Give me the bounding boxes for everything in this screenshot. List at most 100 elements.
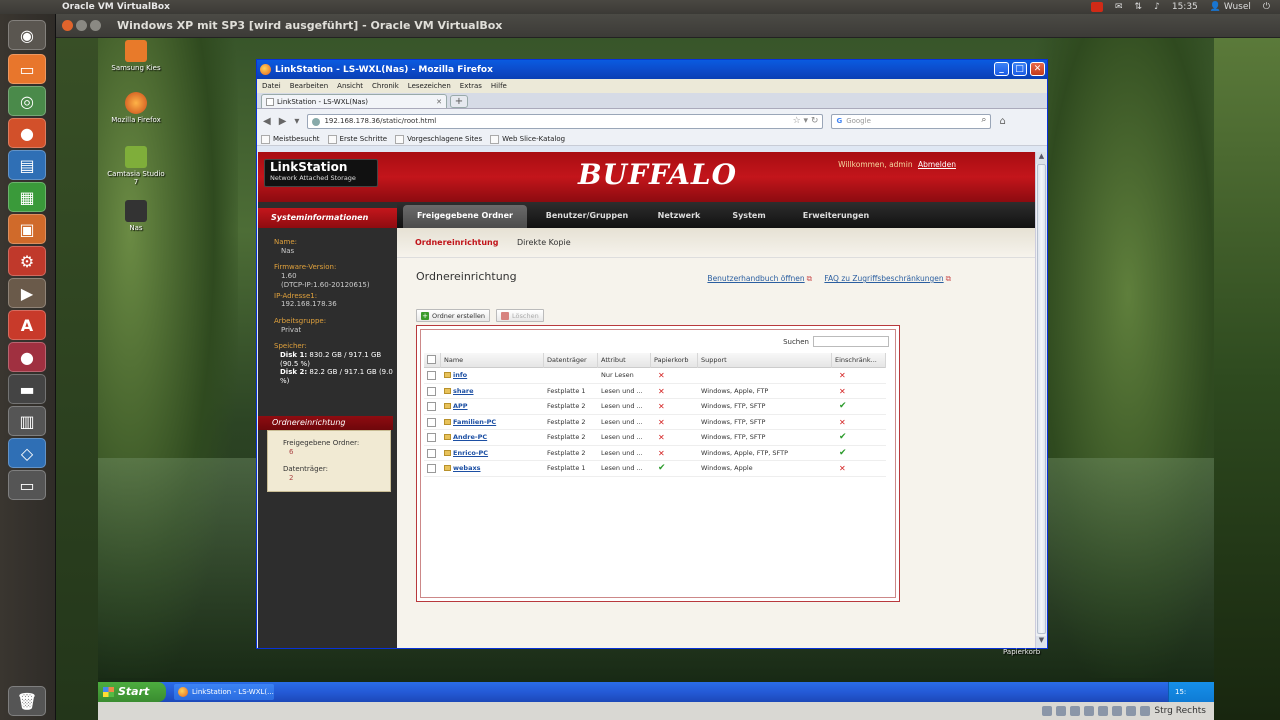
recycle-bin-label[interactable]: Papierkorb [1003, 648, 1040, 656]
settings-icon[interactable]: ⚙ [8, 246, 46, 276]
table-row[interactable]: APP Festplatte 2 Lesen und ... ✕ Windows, FT… [424, 399, 886, 415]
menu-ansicht[interactable]: Ansicht [337, 82, 363, 90]
manual-link[interactable]: Benutzerhandbuch öffnen [707, 274, 804, 283]
taskbar-firefox-button[interactable]: LinkStation - LS-WXL(... [174, 684, 274, 700]
bookmark-web-slice[interactable]: Web Slice-Katalog [490, 134, 565, 144]
shared-folder-icon[interactable] [1084, 706, 1095, 716]
capture-icon[interactable] [1140, 706, 1151, 716]
menu-datei[interactable]: Datei [262, 82, 281, 90]
back-icon[interactable]: ◀ [263, 116, 271, 127]
table-row[interactable]: info Nur Lesen ✕ ✕ [424, 368, 886, 384]
tray-clock[interactable]: 15: [1175, 688, 1186, 696]
folder-link[interactable]: Familien-PC [453, 418, 496, 426]
reload-icon[interactable]: ☆ ▾ ↻ [793, 116, 819, 126]
col-support[interactable]: Support [698, 353, 832, 368]
menu-extras[interactable]: Extras [460, 82, 482, 90]
usb-icon[interactable] [1070, 706, 1081, 716]
history-icon[interactable]: ▾ [294, 116, 299, 127]
menu-chronik[interactable]: Chronik [372, 82, 399, 90]
virtualbox-icon[interactable]: ▥ [8, 406, 46, 436]
home-icon[interactable]: ⌂ [999, 116, 1005, 127]
mouse-icon[interactable] [1126, 706, 1137, 716]
col-trash[interactable]: Papierkorb [651, 353, 698, 368]
search-bar[interactable]: G Google ⌕ [831, 113, 992, 129]
site-identity-icon[interactable] [312, 117, 321, 126]
row-checkbox[interactable] [427, 417, 436, 427]
sidebar-title[interactable]: Systeminformationen [258, 208, 397, 228]
table-row[interactable]: Andre-PC Festplatte 2 Lesen und ... ✕ Window… [424, 430, 886, 446]
power-icon[interactable]: ⏻ [1263, 2, 1270, 12]
new-tab-button[interactable]: + [450, 95, 468, 108]
window-icon[interactable]: ◇ [8, 438, 46, 468]
maximize-icon[interactable] [90, 20, 101, 31]
search-icon[interactable]: ⌕ [981, 115, 986, 125]
bookmark-vorgeschlagene-sites[interactable]: Vorgeschlagene Sites [395, 134, 482, 144]
table-row[interactable]: Enrico-PC Festplatte 2 Lesen und ... ✕ Windo… [424, 446, 886, 461]
cd-icon[interactable] [1056, 706, 1067, 716]
files-icon[interactable]: ▭ [8, 54, 46, 84]
row-checkbox[interactable] [427, 464, 436, 473]
minimize-button[interactable]: _ [994, 62, 1009, 76]
row-checkbox[interactable] [427, 371, 436, 380]
close-icon[interactable] [62, 20, 73, 31]
volume-icon[interactable]: ♪ [1154, 2, 1160, 12]
scroll-down-icon[interactable]: ▼ [1036, 636, 1046, 648]
desktop-icon-camtasia[interactable]: Camtasia Studio 7 [104, 146, 168, 186]
dash-icon[interactable]: ◉ [8, 20, 46, 50]
mail-icon[interactable]: ✉ [1115, 2, 1123, 12]
tab-shared-folders[interactable]: Freigegebene Ordner [403, 205, 527, 228]
search-input[interactable] [813, 336, 889, 347]
folder-link[interactable]: APP [453, 402, 468, 410]
delete-button[interactable]: Löschen [496, 309, 544, 322]
display-icon[interactable] [1112, 706, 1123, 716]
network-icon[interactable]: ⇅ [1135, 2, 1143, 12]
desktop-icon-nas[interactable]: Nas [104, 200, 168, 232]
close-button[interactable]: ✕ [1030, 62, 1045, 76]
subtab-direct-copy[interactable]: Direkte Kopie [517, 238, 571, 247]
row-checkbox[interactable] [427, 386, 436, 396]
impress-icon[interactable]: ▣ [8, 214, 46, 244]
col-name[interactable]: Name [441, 353, 544, 368]
desktop-icon-kies[interactable]: Samsung Kies [104, 40, 168, 72]
tab-users-groups[interactable]: Benutzer/Gruppen [537, 205, 637, 228]
search-engine-icon[interactable]: G [836, 117, 842, 125]
folder-link[interactable]: Enrico-PC [453, 449, 488, 457]
table-row[interactable]: Familien-PC Festplatte 2 Lesen und ... ✕ Win… [424, 415, 886, 430]
chrome-icon[interactable]: ◎ [8, 86, 46, 116]
terminal-icon[interactable]: ● [8, 342, 46, 372]
folder-link[interactable]: Andre-PC [453, 433, 487, 441]
firefox-icon[interactable]: ● [8, 118, 46, 148]
browser-tab[interactable]: LinkStation - LS-WXL(Nas) ✕ [261, 94, 447, 108]
folder-link[interactable]: webaxs [453, 464, 481, 472]
writer-icon[interactable]: ▤ [8, 150, 46, 180]
row-checkbox[interactable] [427, 402, 436, 411]
start-button[interactable]: Start [98, 682, 166, 702]
app-icon[interactable]: ▶ [8, 278, 46, 308]
hdd-icon[interactable] [1042, 706, 1053, 716]
software-icon[interactable]: A [8, 310, 46, 340]
folder-link[interactable]: info [453, 371, 467, 379]
table-row[interactable]: share Festplatte 1 Lesen und ... ✕ Windows, … [424, 384, 886, 399]
logout-link[interactable]: Abmelden [918, 160, 956, 169]
subtab-folder-setup[interactable]: Ordnereinrichtung [415, 238, 498, 247]
network-icon[interactable] [1098, 706, 1109, 716]
folder-link[interactable]: share [453, 387, 474, 395]
menu-bearbeiten[interactable]: Bearbeiten [290, 82, 328, 90]
select-all-checkbox[interactable] [427, 355, 436, 364]
desktop-icon-firefox[interactable]: Mozilla Firefox [104, 92, 168, 124]
tab-system[interactable]: System [719, 205, 779, 228]
clapper-icon[interactable]: ▬ [8, 374, 46, 404]
minimize-icon[interactable] [76, 20, 87, 31]
display-icon[interactable]: ▭ [8, 470, 46, 500]
menu-hilfe[interactable]: Hilfe [491, 82, 507, 90]
col-drive[interactable]: Datenträger [544, 353, 598, 368]
calc-icon[interactable]: ▦ [8, 182, 46, 212]
scroll-thumb[interactable] [1037, 164, 1046, 634]
trash-icon[interactable]: 🗑 [8, 686, 46, 716]
row-checkbox[interactable] [427, 448, 436, 458]
clock[interactable]: 15:35 [1172, 2, 1198, 12]
col-restriction[interactable]: Einschränk... [832, 353, 886, 368]
scroll-up-icon[interactable]: ▲ [1036, 152, 1046, 164]
row-checkbox[interactable] [427, 433, 436, 442]
menu-lesezeichen[interactable]: Lesezeichen [408, 82, 451, 90]
